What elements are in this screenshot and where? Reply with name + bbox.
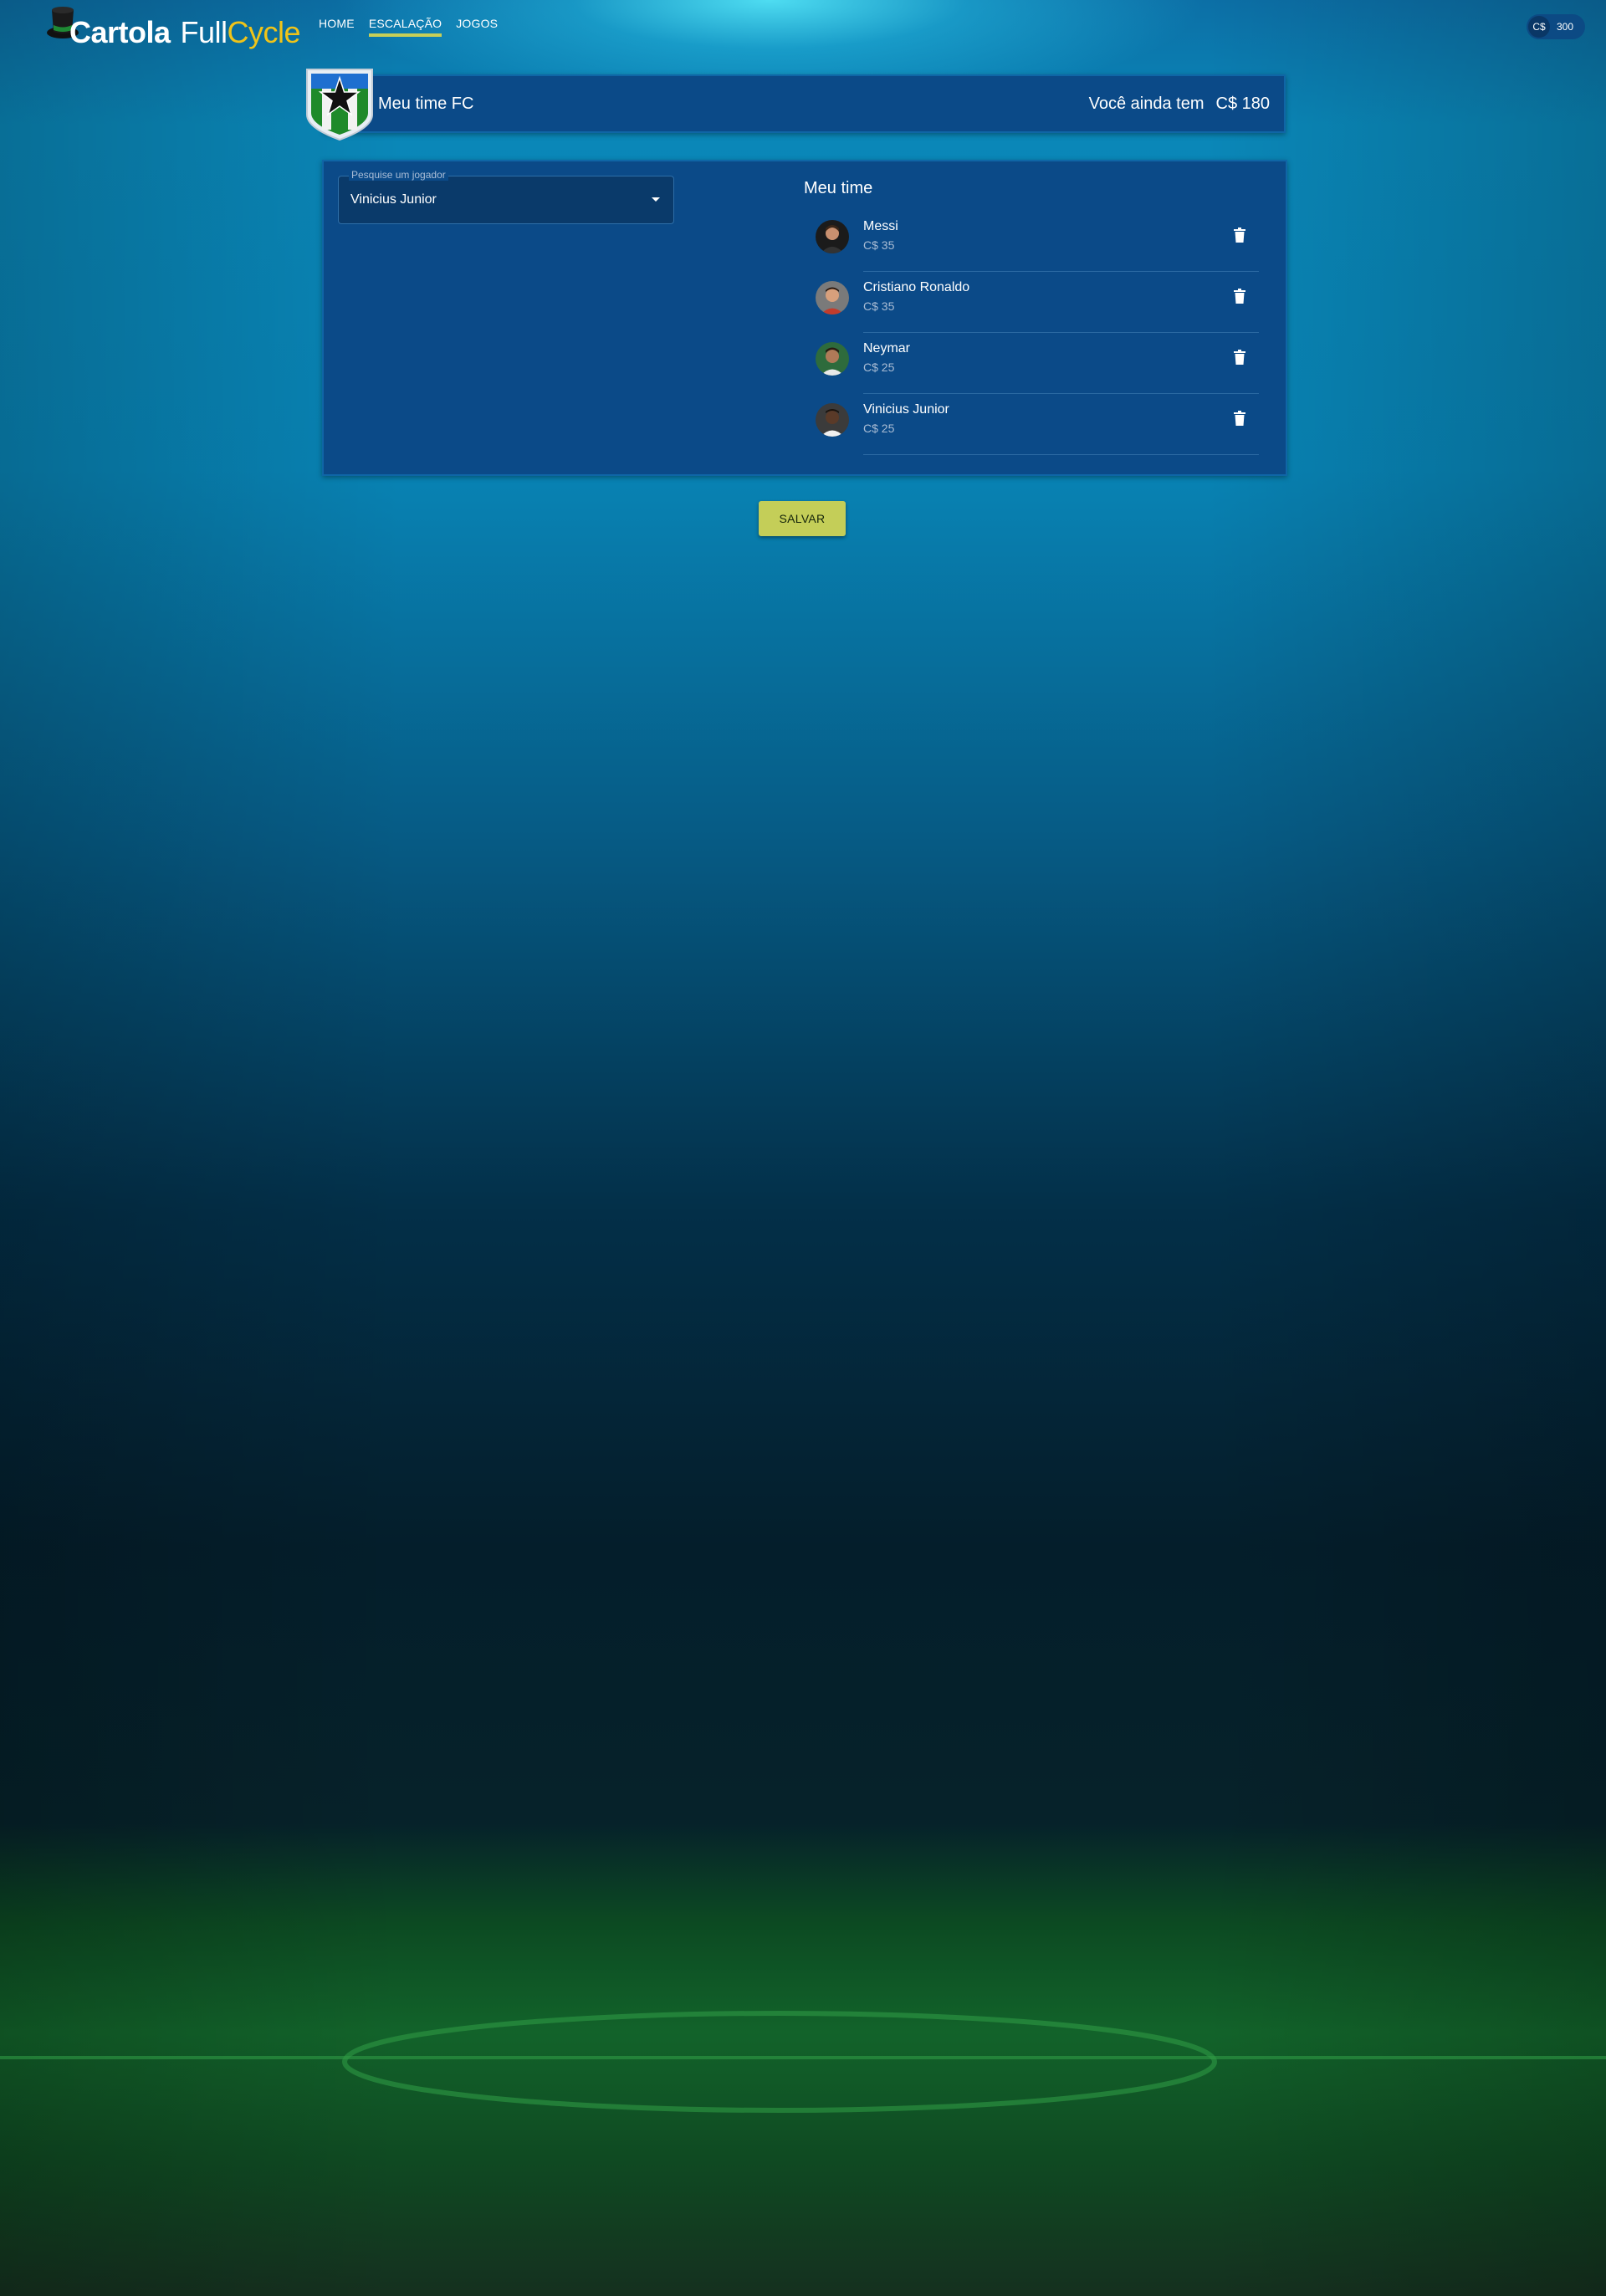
- player-search-select[interactable]: Pesquise um jogador Vinicius Junior: [338, 169, 674, 224]
- remaining-budget: Você ainda tem C$ 180: [1077, 95, 1270, 114]
- delete-icon[interactable]: [1234, 289, 1245, 304]
- player-price: C$ 25: [863, 422, 895, 435]
- save-button[interactable]: SALVAR: [759, 501, 846, 536]
- team-header: Meu time FC Você ainda tem C$ 180: [306, 69, 1286, 141]
- nav-escalacao[interactable]: ESCALAÇÃO: [368, 17, 442, 37]
- balance-badge: C$ 300: [1527, 14, 1585, 39]
- field-center-circle: [0, 2011, 1606, 2113]
- player-avatar: [816, 403, 849, 437]
- player-name: Vinicius Junior: [863, 402, 949, 417]
- player-row: Neymar C$ 25: [816, 333, 1259, 394]
- player-row: Messi C$ 35: [816, 211, 1259, 272]
- main-nav: HOME ESCALAÇÃO JOGOS: [319, 17, 512, 37]
- player-avatar: [816, 220, 849, 253]
- logo-wordmark: Cartola FullCycle: [69, 15, 301, 49]
- search-label: Pesquise um jogador: [349, 169, 448, 181]
- top-navbar: Cartola FullCycle HOME ESCALAÇÃO JOGOS C$…: [0, 0, 1606, 50]
- player-price: C$ 35: [863, 299, 895, 313]
- search-value: Vinicius Junior: [350, 192, 437, 207]
- player-avatar: [816, 342, 849, 376]
- team-shield-icon: [306, 69, 373, 141]
- player-price: C$ 35: [863, 238, 895, 252]
- player-name: Cristiano Ronaldo: [863, 280, 970, 294]
- delete-icon[interactable]: [1234, 411, 1245, 426]
- balance-value: 300: [1557, 21, 1574, 33]
- player-name: Neymar: [863, 341, 911, 355]
- player-name: Messi: [863, 219, 898, 233]
- my-team-list: Messi C$ 35 Cristiano Ronaldo C$ 35 Neym…: [816, 211, 1259, 455]
- budget-label: Você ainda tem: [1088, 95, 1204, 113]
- player-row: Vinicius Junior C$ 25: [816, 394, 1259, 455]
- nav-jogos[interactable]: JOGOS: [456, 17, 498, 37]
- currency-icon: C$: [1528, 16, 1550, 38]
- dropdown-caret-icon[interactable]: [652, 197, 660, 202]
- delete-icon[interactable]: [1234, 350, 1245, 365]
- lineup-panel: Pesquise um jogador Vinicius Junior Meu …: [322, 160, 1287, 476]
- player-row: Cristiano Ronaldo C$ 35: [816, 272, 1259, 333]
- player-price: C$ 25: [863, 361, 895, 374]
- player-avatar: [816, 281, 849, 314]
- team-name: Meu time FC: [378, 95, 474, 113]
- list-divider: [863, 454, 1259, 455]
- app-logo[interactable]: Cartola FullCycle: [46, 2, 314, 50]
- nav-home[interactable]: HOME: [319, 17, 355, 37]
- my-team-title: Meu time: [804, 179, 873, 197]
- delete-icon[interactable]: [1234, 228, 1245, 243]
- budget-value: C$ 180: [1215, 95, 1271, 113]
